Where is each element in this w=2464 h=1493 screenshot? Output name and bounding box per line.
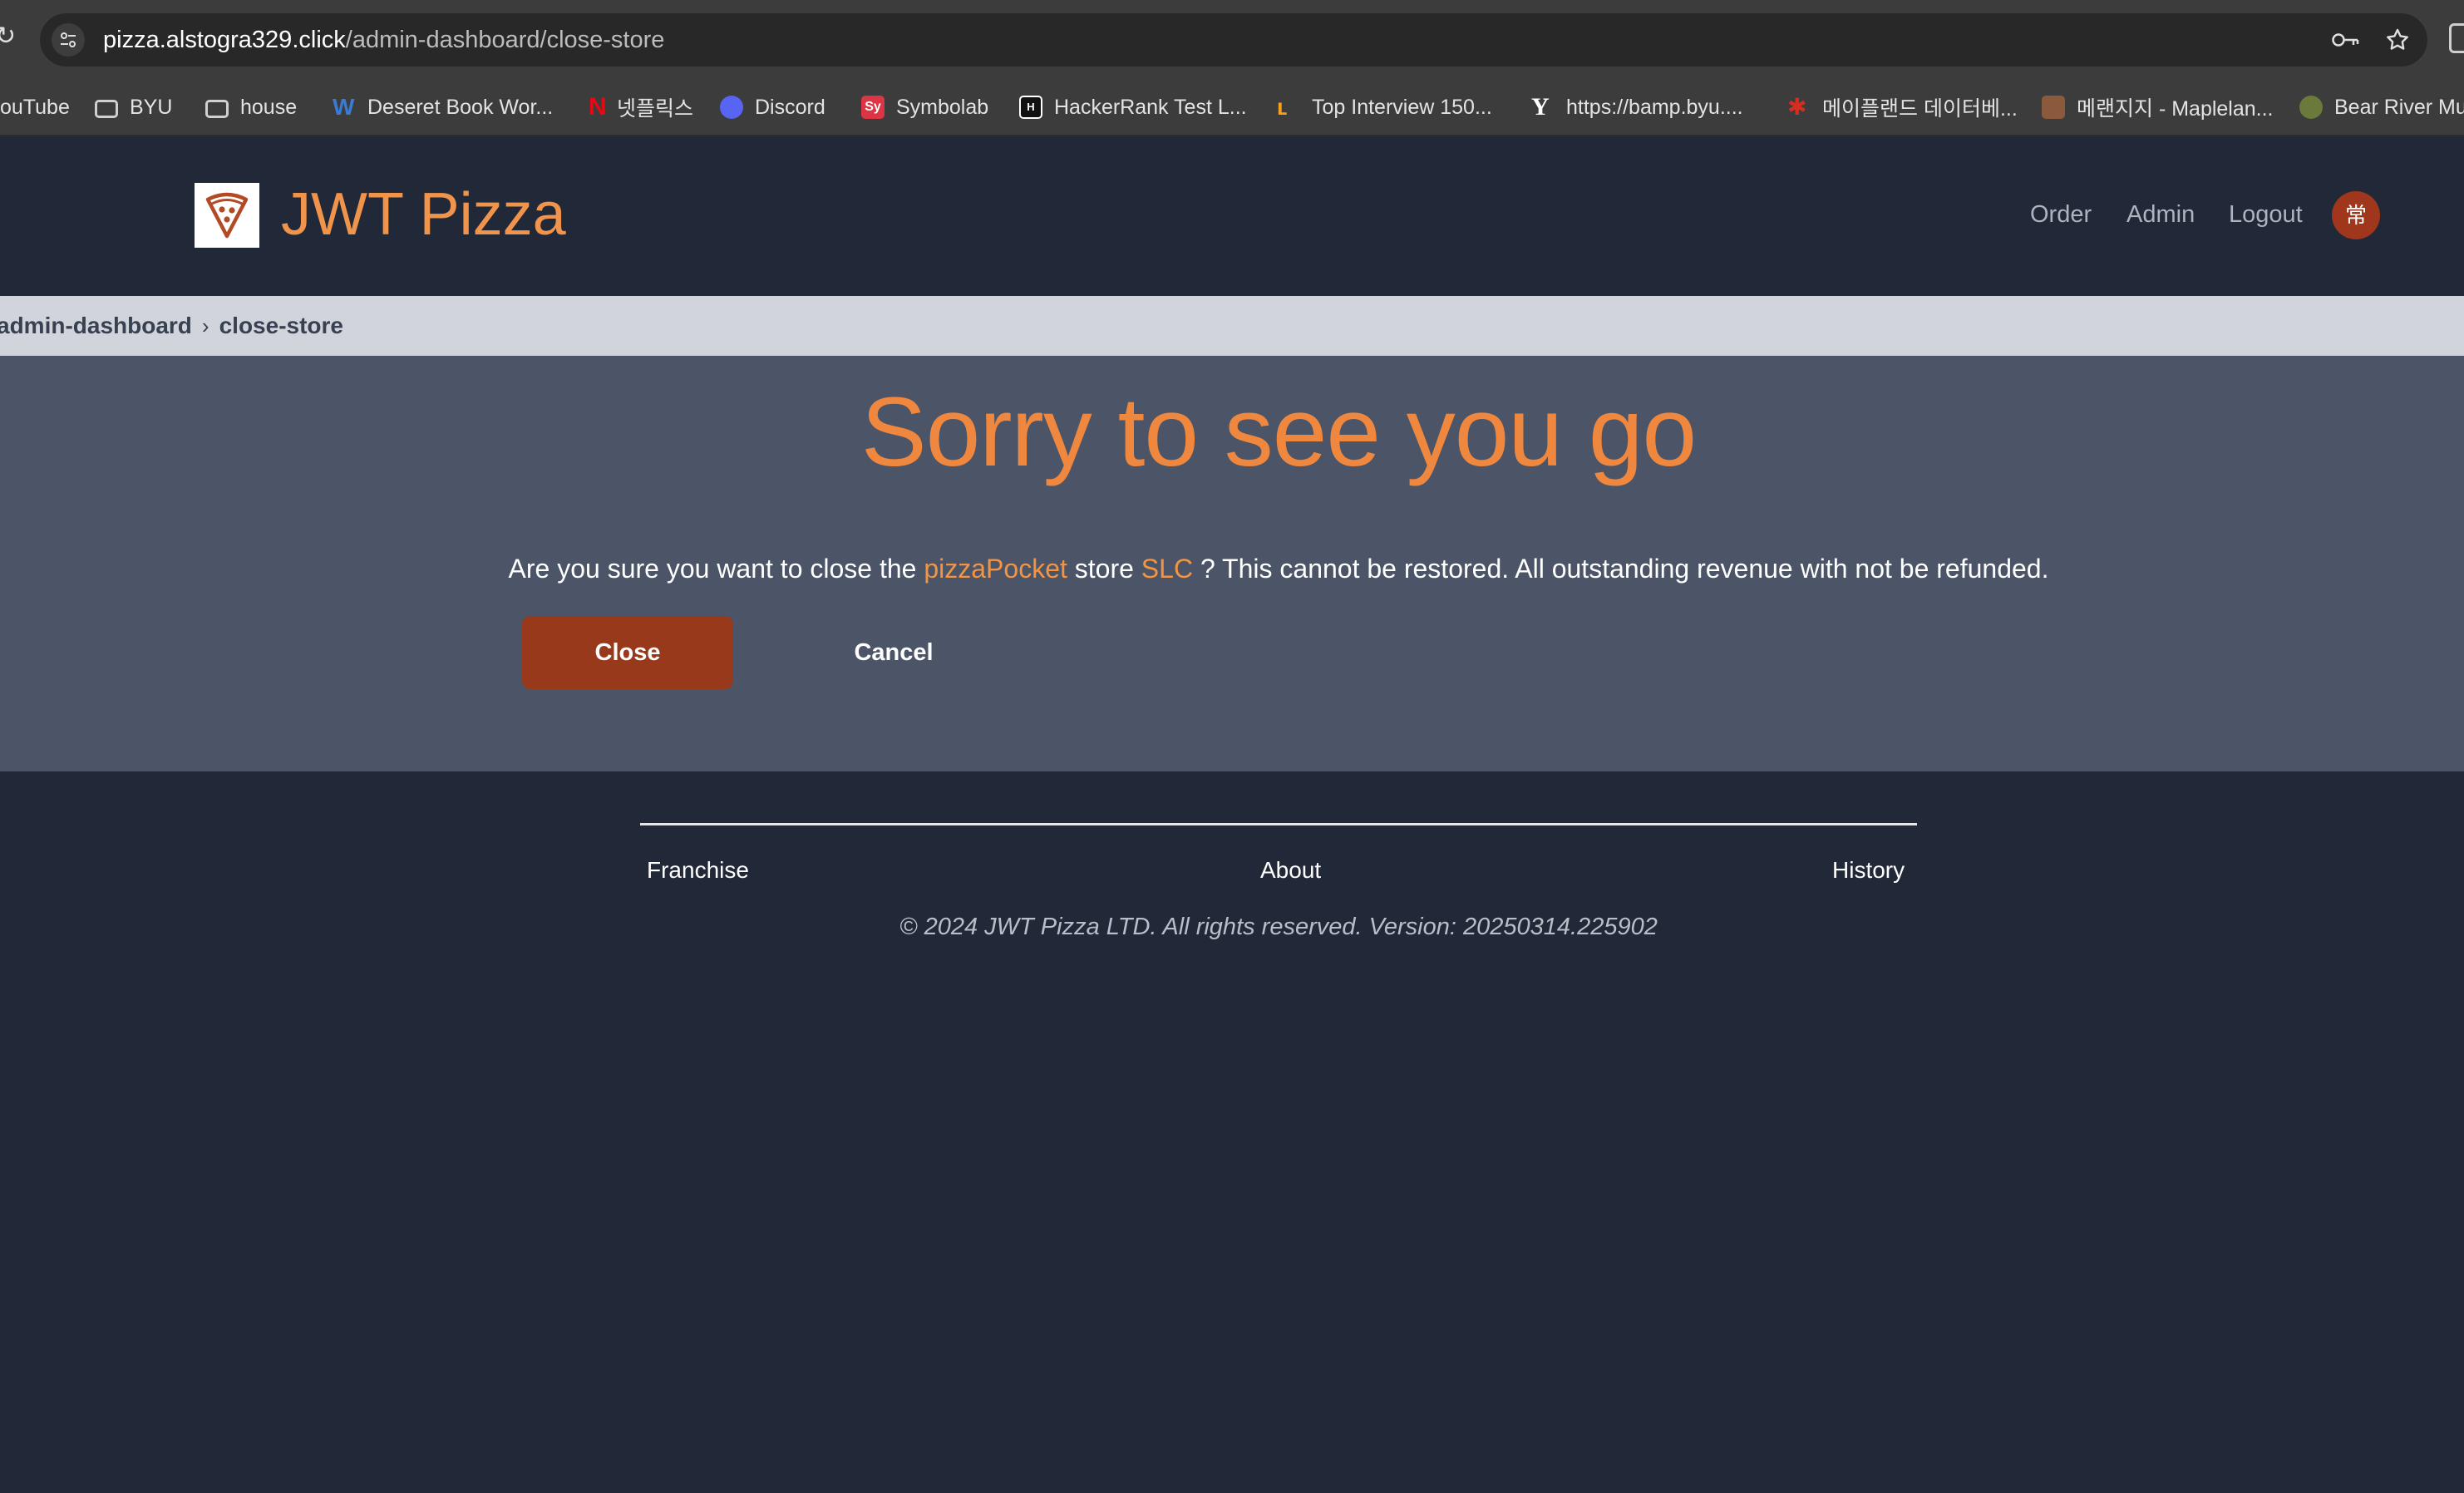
- bookmark-bear-river[interactable]: Bear River Mu: [2299, 78, 2464, 136]
- pizza-logo-icon[interactable]: [195, 183, 259, 248]
- bookmark-mapleland-db[interactable]: ✱ 메이플랜드 데이터베...: [1787, 78, 2018, 136]
- breadcrumb-close-store: close-store: [219, 313, 343, 338]
- bookmark-label: HackerRank Test L...: [1054, 95, 1247, 119]
- bookmark-bamp-byu[interactable]: Y https://bamp.byu....: [1531, 78, 1743, 136]
- bookmark-byu[interactable]: BYU: [95, 78, 172, 136]
- app-header: JWT Pizza Order Admin Logout 常: [0, 136, 2464, 296]
- bookmark-label: Discord: [755, 95, 825, 119]
- bookmark-label: Deseret Book Wor...: [367, 95, 554, 119]
- bookmark-label: Top Interview 150...: [1312, 95, 1492, 119]
- bookmark-top-interview[interactable]: ʟ Top Interview 150...: [1277, 78, 1492, 136]
- store-name: SLC: [1141, 554, 1194, 584]
- bookmark-label: https://bamp.byu....: [1566, 95, 1743, 119]
- page-title: Sorry to see you go: [860, 377, 1697, 487]
- copyright-text: © 2024 JWT Pizza LTD. All rights reserve…: [899, 914, 1658, 940]
- footer-divider: [640, 823, 1917, 825]
- bookmark-deseret-book[interactable]: W Deseret Book Wor...: [333, 78, 553, 136]
- leetcode-icon: ʟ: [1277, 94, 1288, 120]
- brand-title[interactable]: JWT Pizza: [281, 180, 566, 249]
- site-settings-icon[interactable]: [52, 23, 85, 57]
- netflix-icon: N: [589, 93, 607, 121]
- bookmark-star-icon[interactable]: [2384, 27, 2411, 57]
- bookmarks-bar: ouTube BYU house W Deseret Book Wor... N…: [0, 78, 2464, 136]
- main-panel: Sorry to see you go Are you sure you wan…: [0, 356, 2464, 771]
- discord-icon: [720, 96, 743, 119]
- bookmark-symbolab[interactable]: Sy Symbolab: [861, 78, 988, 136]
- folder-icon: [95, 100, 118, 118]
- footer-link-franchise[interactable]: Franchise: [647, 856, 749, 884]
- user-avatar[interactable]: 常: [2332, 191, 2380, 239]
- deseret-book-icon: W: [333, 94, 355, 120]
- password-key-icon[interactable]: [2331, 28, 2361, 56]
- breadcrumb-separator-icon: ›: [201, 313, 209, 338]
- bookmark-youtube[interactable]: ouTube: [0, 78, 70, 136]
- bookmark-label: BYU: [130, 95, 173, 119]
- bear-river-icon: [2299, 96, 2323, 119]
- url-host: pizza.alstogra329.click: [103, 27, 346, 53]
- hackerrank-icon: H: [1019, 96, 1042, 119]
- bookmark-label: ouTube: [0, 95, 70, 119]
- url-text[interactable]: pizza.alstogra329.click/admin-dashboard/…: [103, 13, 664, 67]
- byu-icon: Y: [1531, 93, 1550, 121]
- url-path: /admin-dashboard/close-store: [345, 27, 665, 53]
- footer-link-about[interactable]: About: [1260, 856, 1321, 884]
- address-bar[interactable]: pizza.alstogra329.click/admin-dashboard/…: [40, 13, 2427, 67]
- cancel-button[interactable]: Cancel: [805, 616, 983, 689]
- confirm-text-store: store: [1067, 554, 1141, 584]
- maplelan-icon: [2042, 96, 2065, 119]
- bookmark-hackerrank[interactable]: H HackerRank Test L...: [1019, 78, 1247, 136]
- nav-admin[interactable]: Admin: [2126, 200, 2195, 229]
- breadcrumb-admin-dashboard[interactable]: admin-dashboard: [0, 313, 192, 339]
- bookmark-label: 메이플랜드 데이터베...: [1822, 97, 2018, 121]
- bookmark-label: 넷플릭스: [617, 97, 694, 121]
- maple-leaf-icon: ✱: [1787, 94, 1807, 120]
- bookmark-label: 메랜지지 - Maplelan...: [2077, 97, 2274, 121]
- nav-logout[interactable]: Logout: [2229, 200, 2303, 229]
- close-store-button[interactable]: Close: [522, 616, 733, 689]
- franchise-name: pizzaPocket: [924, 554, 1067, 584]
- bookmark-netflix[interactable]: N 넷플릭스: [589, 78, 693, 136]
- bookmark-label: Symbolab: [896, 95, 989, 119]
- bookmark-house[interactable]: house: [205, 78, 297, 136]
- nav-order[interactable]: Order: [2030, 200, 2092, 229]
- confirmation-message: Are you sure you want to close the pizza…: [0, 552, 2464, 585]
- breadcrumb: admin-dashboard › close-store: [0, 296, 2464, 356]
- folder-icon: [205, 100, 229, 118]
- symbolab-icon: Sy: [861, 96, 885, 119]
- reload-icon[interactable]: ↻: [0, 24, 16, 49]
- confirm-text-suffix: ? This cannot be restored. All outstandi…: [1193, 554, 2049, 584]
- bookmark-discord[interactable]: Discord: [720, 78, 825, 136]
- browser-toolbar: ↻ pizza.alstogra329.click/admin-dashboar…: [0, 0, 2464, 78]
- extensions-icon[interactable]: [2449, 23, 2464, 53]
- footer-link-history[interactable]: History: [1832, 856, 1905, 884]
- bookmark-label: Bear River Mu: [2334, 95, 2464, 119]
- bookmark-label: house: [240, 95, 298, 119]
- confirm-text-prefix: Are you sure you want to close the: [508, 554, 924, 584]
- bookmark-maplelan[interactable]: 메랜지지 - Maplelan...: [2042, 78, 2274, 136]
